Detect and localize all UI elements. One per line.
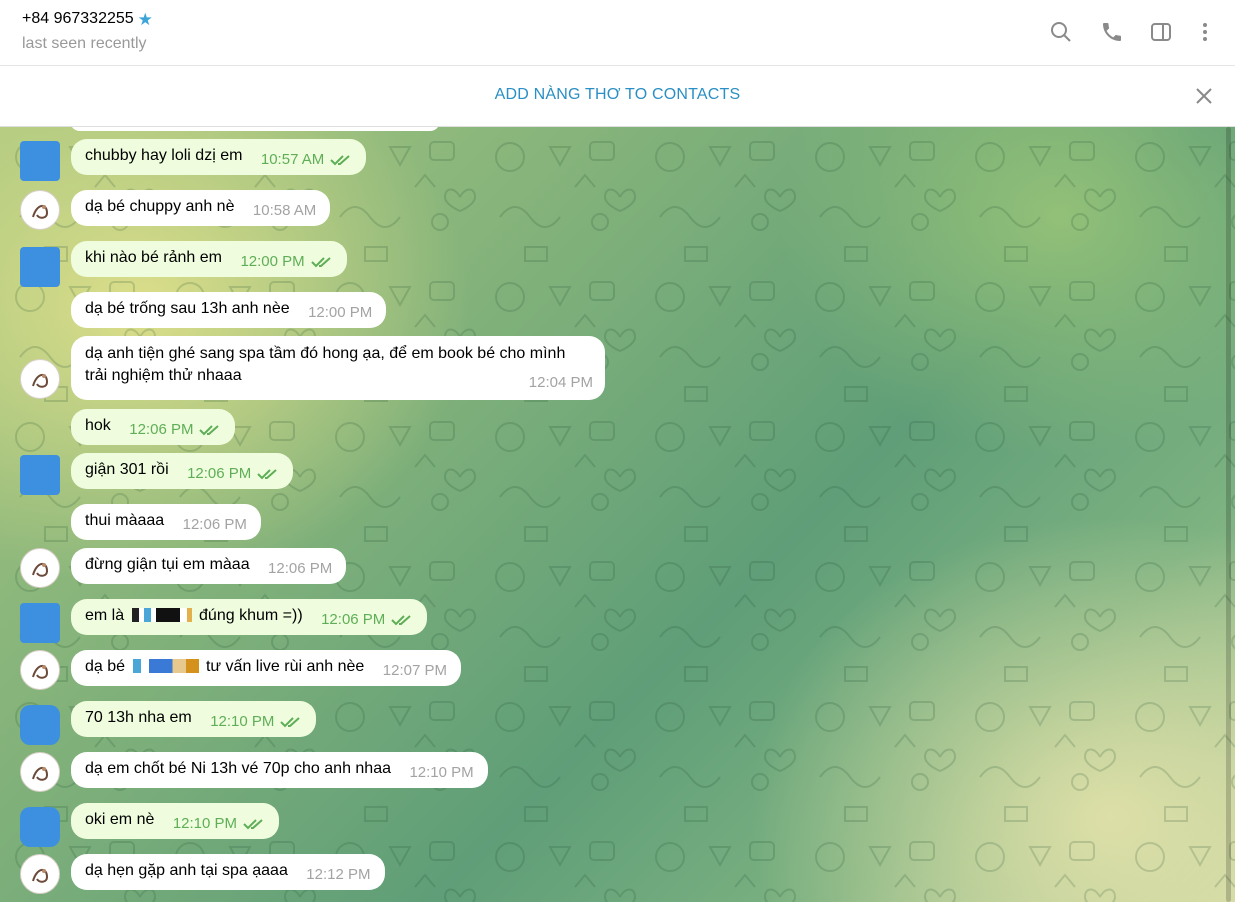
message-bubble[interactable]: dạ hẹn gặp anh tại spa ạaaa 12:12 PM [71,854,385,890]
message-bubble[interactable]: đừng giận tụi em màaa 12:06 PM [71,548,347,584]
double-check-icon [280,716,301,727]
contact-name[interactable]: +84 967332255 ★ [22,10,153,28]
message-meta: 12:06 PM [321,611,413,628]
message-text: dạ hẹn gặp anh tại spa ạaaa [85,862,288,879]
message-time: 12:06 PM [268,560,333,577]
message-bubble[interactable]: oki em nè 12:10 PM [71,803,280,839]
spa-avatar[interactable] [20,854,60,894]
message-time: 12:04 PM [528,374,593,391]
message-text-line2: trải nghiệm thử nhaaa [85,367,242,384]
message-text-end: tư vấn live rùi anh nèe [205,658,365,675]
message-bubble[interactable]: dạ bé chuppy anh nè 10:58 AM [71,190,331,226]
message-bubble[interactable]: dạ em chốt bé Ni 13h vé 70p cho anh nhaa… [71,752,488,788]
message-bubble[interactable]: em là đúng khum =)) 12:06 PM [71,599,428,635]
message-bubble[interactable]: dạ anh tiện ghé sang spa tầm đó hong ạa,… [71,336,605,400]
spa-avatar[interactable] [20,650,60,690]
user-avatar[interactable] [20,603,60,643]
clipped-message [70,127,440,131]
contact-status: last seen recently [22,35,147,52]
message-bubble[interactable]: thui màaaa 12:06 PM [71,504,261,540]
message-meta: 12:06 PM [187,465,279,482]
user-avatar[interactable] [20,705,60,745]
search-icon[interactable] [1047,18,1075,46]
chat-scrollbar[interactable] [1226,127,1231,902]
more-vertical-icon[interactable] [1191,18,1219,46]
message-text: dạ em chốt bé Ni 13h vé 70p cho anh nhaa [85,760,391,777]
message-time: 12:10 PM [172,815,238,832]
message-bubble[interactable]: dạ bé tư vấn live rùi anh nèe 12:07 PM [71,650,461,686]
message-meta: 10:57 AM [261,151,352,168]
message-text-start: dạ bé [85,658,126,675]
double-check-icon [243,818,263,829]
message-time: 12:10 PM [409,764,474,781]
user-avatar[interactable] [20,141,60,181]
message-time: 12:12 PM [306,866,371,883]
close-icon[interactable] [1190,82,1218,110]
message-text: thui màaaa [85,512,165,529]
message-bubble[interactable]: chubby hay loli dzị em 10:57 AM [71,139,367,175]
double-check-icon [199,424,220,435]
message-text-line1: dạ anh tiện ghé sang spa tầm đó hong ạa,… [85,345,566,362]
add-to-contacts-button[interactable]: ADD NÀNG THƠ TO CONTACTS [0,86,1235,104]
message-time: 12:10 PM [210,713,275,730]
message-meta: 12:10 PM [210,713,302,730]
spa-avatar[interactable] [20,548,60,588]
redacted-text [131,608,192,622]
message-time: 10:57 AM [260,151,325,168]
redacted-text [132,659,199,673]
user-avatar[interactable] [20,455,60,495]
message-meta: 12:07 PM [383,662,447,679]
add-contact-bar: ADD NÀNG THƠ TO CONTACTS [0,66,1235,127]
message-list[interactable]: chubby hay loli dzị em 10:57 AM dạ bé ch… [0,127,1235,902]
message-text: khi nào bé rảnh em [85,249,222,266]
message-meta: 12:06 PM [183,516,247,533]
message-text: oki em nè [85,811,155,828]
message-meta: 12:10 PM [409,764,473,781]
contact-phone: +84 967332255 [22,10,134,27]
message-time: 10:58 AM [252,202,317,219]
message-bubble[interactable]: 70 13h nha em 12:10 PM [71,701,317,737]
message-meta: 12:00 PM [240,253,332,270]
spa-avatar[interactable] [20,190,60,230]
sidebar-toggle-icon[interactable] [1147,18,1175,46]
message-text-end: đúng khum =)) [199,607,303,624]
phone-icon[interactable] [1098,18,1126,46]
message-text: hok [85,417,111,434]
message-time: 12:07 PM [382,662,447,679]
message-time: 12:00 PM [240,253,305,270]
message-meta: 12:06 PM [268,560,332,577]
message-text: dạ bé trống sau 13h anh nèe [85,300,290,317]
message-meta: 12:10 PM [173,815,265,832]
message-bubble[interactable]: dạ bé trống sau 13h anh nèe 12:00 PM [71,292,387,328]
message-text: đừng giận tụi em màaa [85,556,250,573]
double-check-icon [257,468,277,479]
spa-avatar[interactable] [20,359,60,399]
message-time: 12:00 PM [308,304,373,321]
message-text: 70 13h nha em [85,709,192,726]
message-meta: 10:58 AM [253,202,316,219]
message-meta: 12:06 PM [129,421,221,438]
message-time: 12:06 PM [129,421,194,438]
message-time: 12:06 PM [187,465,252,482]
star-icon: ★ [137,9,153,29]
double-check-icon [310,256,331,267]
chat-header: +84 967332255 ★ last seen recently [0,0,1235,66]
message-text: chubby hay loli dzị em [85,147,243,164]
message-time: 12:06 PM [182,516,247,533]
user-avatar[interactable] [20,247,60,287]
message-text: giận 301 rồi [85,461,169,478]
spa-avatar[interactable] [20,752,60,792]
message-text-start: em là [85,607,125,624]
message-bubble[interactable]: hok 12:06 PM [71,409,236,445]
user-avatar[interactable] [20,807,60,847]
message-bubble[interactable]: giận 301 rồi 12:06 PM [71,453,294,489]
double-check-icon [330,154,350,165]
message-bubble[interactable]: khi nào bé rảnh em 12:00 PM [71,241,347,277]
double-check-icon [391,614,411,625]
message-time: 12:06 PM [321,611,386,628]
message-meta: 12:00 PM [308,304,372,321]
message-meta: 12:12 PM [306,866,370,883]
message-text: dạ bé chuppy anh nè [85,198,235,215]
